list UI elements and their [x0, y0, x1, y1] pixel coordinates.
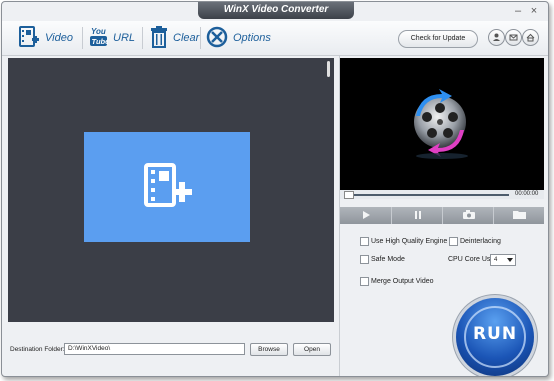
toolbar: Video You Tube URL Clear Options Check f…	[2, 21, 548, 56]
run-label: RUN	[472, 324, 518, 344]
browse-button[interactable]: Browse	[250, 343, 288, 356]
options-label: Options	[233, 32, 271, 44]
user-icon[interactable]	[488, 29, 505, 46]
add-video-dropzone[interactable]	[84, 132, 250, 242]
add-video-icon	[18, 25, 45, 52]
open-folder-button[interactable]	[493, 207, 545, 224]
check-for-update-button[interactable]: Check for Update	[398, 30, 478, 48]
svg-text:Tube: Tube	[92, 37, 109, 46]
close-button[interactable]: ×	[528, 5, 540, 17]
destination-folder-input[interactable]: D:\WinXVideo\	[64, 343, 245, 355]
timecode: 00:00:00	[515, 191, 539, 197]
minimize-button[interactable]: –	[512, 5, 524, 17]
camera-icon	[462, 207, 476, 225]
trash-icon	[150, 25, 173, 51]
high-quality-checkbox[interactable]	[360, 237, 369, 246]
safe-mode-checkbox[interactable]	[360, 255, 369, 264]
destination-bar: Destination Folder: D:\WinXVideo\ Browse…	[8, 326, 336, 376]
add-url-button[interactable]: You Tube URL	[90, 24, 135, 52]
options-button[interactable]: Options	[206, 24, 271, 52]
deinterlacing-label: Deinterlacing	[460, 238, 501, 245]
open-button[interactable]: Open	[293, 343, 331, 356]
right-panel: 00:00:00 Use High Quality Engine Deinter…	[338, 54, 546, 376]
window-title: WinX Video Converter	[198, 2, 354, 19]
play-icon	[361, 207, 371, 225]
title-bar: WinX Video Converter – ×	[2, 2, 548, 21]
clear-button[interactable]: Clear	[150, 24, 199, 52]
seek-track[interactable]	[354, 194, 509, 196]
file-list-area[interactable]	[8, 58, 334, 322]
deinterlacing-checkbox[interactable]	[449, 237, 458, 246]
merge-output-label: Merge Output Video	[371, 278, 434, 285]
play-button[interactable]	[340, 207, 391, 224]
snapshot-button[interactable]	[442, 207, 494, 224]
clear-label: Clear	[173, 32, 200, 44]
pause-button[interactable]	[391, 207, 443, 224]
pause-icon	[413, 207, 423, 225]
youtube-icon: You Tube	[90, 25, 113, 52]
folder-icon	[512, 207, 528, 225]
cpu-core-select[interactable]: 4	[490, 254, 516, 266]
destination-label: Destination Folder:	[10, 346, 65, 353]
cpu-core-value: 4	[494, 257, 498, 263]
app-window: WinX Video Converter – × Video You Tube …	[1, 1, 549, 377]
run-button[interactable]: RUN	[456, 298, 534, 376]
toolbar-separator	[200, 27, 201, 49]
url-label: URL	[113, 32, 136, 44]
safe-mode-label: Safe Mode	[371, 256, 405, 263]
scrollbar-thumb[interactable]	[327, 61, 330, 77]
options-icon	[206, 26, 233, 51]
winx-logo-icon	[402, 86, 482, 167]
mail-icon[interactable]	[505, 29, 522, 46]
seek-handle[interactable]	[344, 191, 354, 199]
home-icon[interactable]	[522, 29, 539, 46]
add-video-large-icon	[142, 162, 194, 217]
video-preview	[340, 58, 544, 190]
playback-controls	[340, 207, 544, 224]
toolbar-separator	[142, 27, 143, 49]
cpu-core-label: CPU Core Use:	[448, 256, 497, 263]
chevron-down-icon	[507, 258, 513, 262]
seek-bar[interactable]: 00:00:00	[340, 190, 544, 199]
video-label: Video	[45, 32, 73, 44]
toolbar-separator	[82, 27, 83, 49]
merge-output-checkbox[interactable]	[360, 277, 369, 286]
svg-text:You: You	[91, 27, 106, 36]
add-video-button[interactable]: Video	[18, 24, 73, 52]
high-quality-label: Use High Quality Engine	[371, 238, 448, 245]
